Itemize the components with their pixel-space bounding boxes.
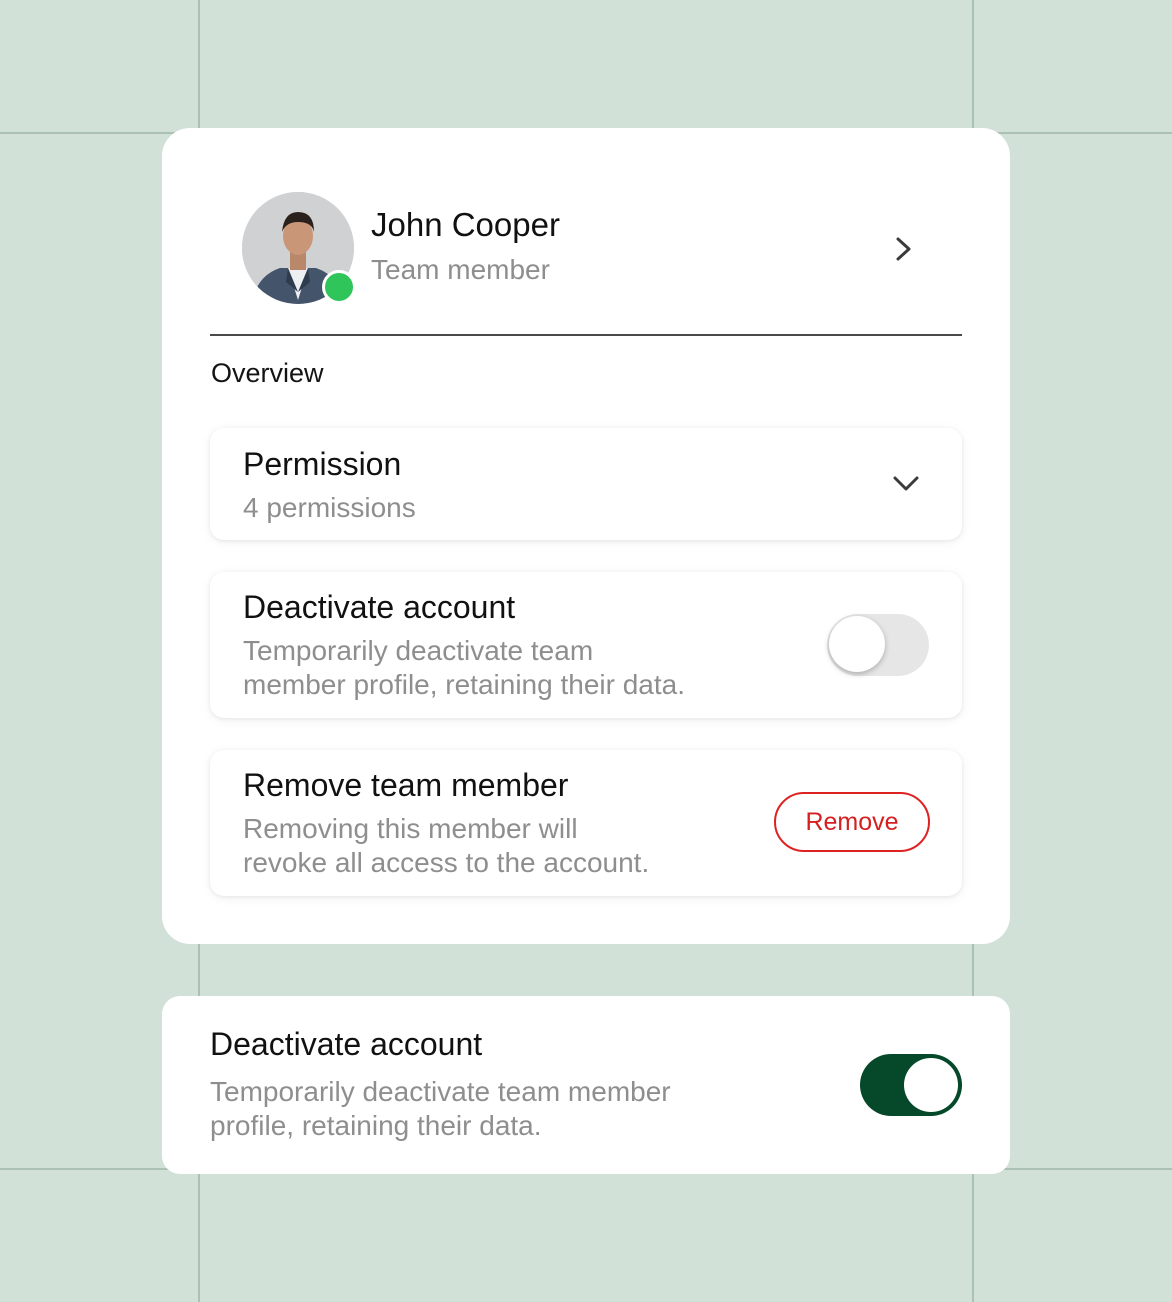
divider: [210, 334, 962, 336]
deactivate-title: Deactivate account: [243, 589, 516, 625]
profile-row[interactable]: John Cooper Team member: [242, 192, 922, 304]
member-name: John Cooper: [371, 206, 560, 243]
permission-count: 4 permissions: [243, 492, 416, 523]
chevron-down-icon[interactable]: [891, 472, 921, 496]
deactivate-toggle[interactable]: [827, 614, 929, 676]
toggle-knob: [904, 1058, 958, 1112]
permission-row[interactable]: Permission 4 permissions: [210, 428, 962, 540]
deactivate-title: Deactivate account: [210, 1026, 483, 1062]
member-role: Team member: [371, 254, 550, 285]
online-status-indicator: [322, 270, 356, 304]
remove-member-row: Remove team member Removing this member …: [210, 750, 962, 896]
remove-member-description: Removing this member will revoke all acc…: [243, 813, 650, 878]
remove-button[interactable]: Remove: [774, 792, 930, 852]
deactivate-account-card-enabled: Deactivate account Temporarily deactivat…: [162, 996, 1010, 1174]
toggle-knob: [829, 616, 885, 672]
deactivate-toggle-on[interactable]: [860, 1054, 962, 1116]
member-settings-card: John Cooper Team member Overview Permiss…: [162, 128, 1010, 944]
deactivate-description: Temporarily deactivate team member profi…: [210, 1076, 671, 1141]
remove-member-title: Remove team member: [243, 767, 569, 803]
deactivate-account-row: Deactivate account Temporarily deactivat…: [210, 572, 962, 718]
chevron-right-icon[interactable]: [891, 234, 917, 264]
section-label-overview: Overview: [211, 358, 324, 388]
permission-title: Permission: [243, 446, 402, 482]
deactivate-description: Temporarily deactivate team member profi…: [243, 635, 685, 700]
